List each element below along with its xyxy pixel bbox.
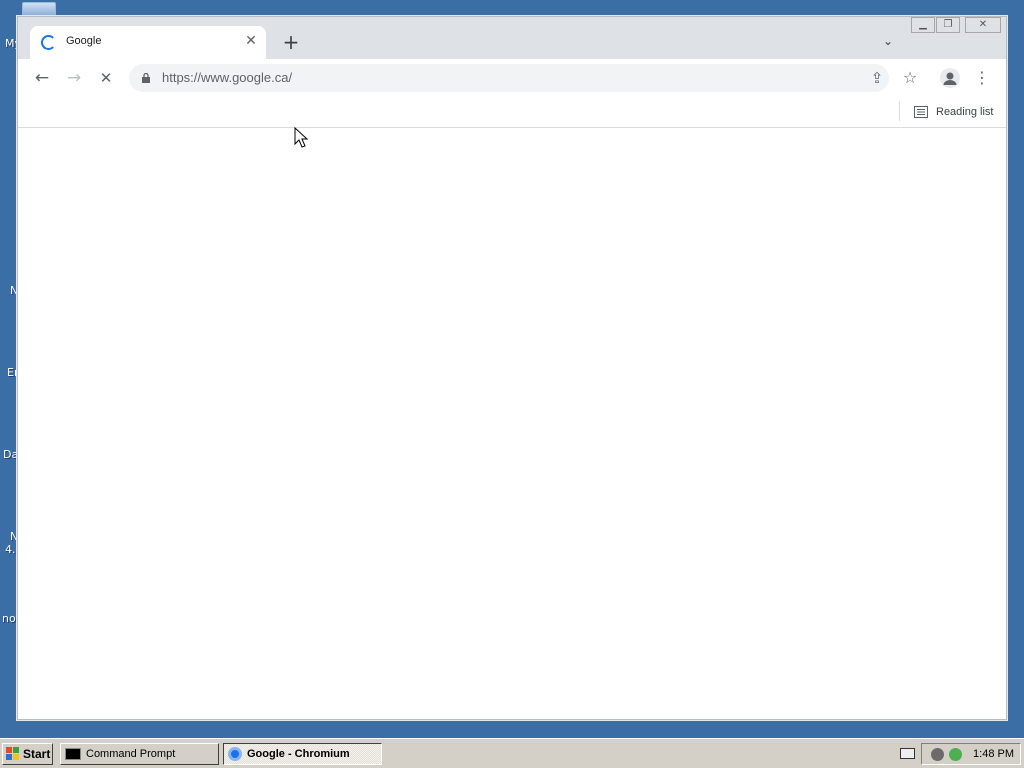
profile-avatar-icon[interactable] — [940, 68, 960, 88]
address-bar[interactable]: https://www.google.ca/ ⇪ — [129, 64, 889, 92]
minimize-button[interactable]: ▁ — [911, 17, 935, 33]
desktop-icon-my-computer[interactable] — [22, 2, 56, 16]
menu-icon[interactable]: ⋮ — [974, 66, 990, 90]
tab-search-icon[interactable]: ⌄ — [878, 31, 898, 51]
clock[interactable]: 1:48 PM — [973, 748, 1014, 760]
forward-button[interactable]: → — [62, 66, 86, 90]
lock-icon[interactable] — [142, 73, 150, 83]
share-icon[interactable]: ⇪ — [866, 67, 888, 89]
taskbar-item-label: Google - Chromium — [247, 748, 350, 760]
chromium-icon — [228, 747, 242, 761]
start-button[interactable]: Start — [2, 743, 53, 765]
tray-security-icon[interactable] — [931, 747, 945, 761]
tray-network-icon[interactable] — [949, 747, 963, 761]
toolbar: ← → ✕ https://www.google.ca/ ⇪ ☆ ⋮ — [18, 59, 1006, 97]
bookmarks-separator — [899, 101, 900, 121]
command-prompt-icon — [65, 748, 81, 760]
browser-window: Google ✕ + ⌄ ▁ ❐ ✕ ← → ✕ https://www.goo… — [17, 16, 1007, 720]
windows-logo-icon — [6, 747, 19, 760]
desktop-icon-label[interactable]: 4. — [5, 544, 16, 556]
loading-spinner-icon — [41, 35, 56, 50]
desktop-icon-label[interactable]: Da — [3, 449, 18, 461]
tab-title: Google — [66, 35, 102, 47]
url-text[interactable]: https://www.google.ca/ — [162, 70, 292, 85]
taskbar: Start Command Prompt Google - Chromium 1… — [0, 738, 1024, 768]
system-tray: 1:48 PM — [921, 743, 1021, 765]
tab-google[interactable]: Google ✕ — [30, 26, 266, 59]
back-button[interactable]: ← — [30, 66, 54, 90]
stop-loading-button[interactable]: ✕ — [94, 66, 118, 90]
tab-close-icon[interactable]: ✕ — [242, 32, 260, 50]
bookmarks-bar: Reading list — [18, 97, 1006, 128]
reading-list-button[interactable]: Reading list — [908, 101, 999, 123]
new-tab-button[interactable]: + — [280, 31, 302, 53]
reading-list-label: Reading list — [936, 106, 994, 118]
mouse-cursor-icon — [294, 127, 309, 148]
taskbar-item-label: Command Prompt — [86, 748, 176, 760]
taskbar-item-command-prompt[interactable]: Command Prompt — [60, 743, 219, 765]
taskbar-item-chromium[interactable]: Google - Chromium — [223, 743, 382, 765]
close-button[interactable]: ✕ — [965, 17, 1001, 33]
page-content[interactable] — [18, 129, 1006, 719]
start-label: Start — [23, 747, 51, 761]
reading-list-icon — [914, 106, 928, 118]
keyboard-icon[interactable] — [900, 748, 915, 759]
tab-strip: Google ✕ + ⌄ ▁ ❐ ✕ — [18, 17, 1006, 59]
restore-button[interactable]: ❐ — [936, 17, 960, 33]
bookmark-star-icon[interactable]: ☆ — [898, 66, 922, 90]
